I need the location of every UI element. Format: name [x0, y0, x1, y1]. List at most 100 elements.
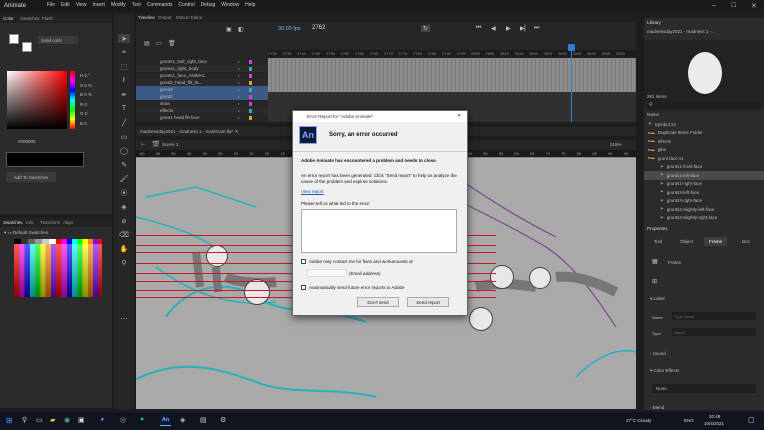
- loop-icon[interactable]: ↻: [421, 25, 431, 32]
- library-folder[interactable]: ▸▬ effects: [644, 137, 764, 146]
- menu-commands[interactable]: Commands: [147, 2, 173, 11]
- back-arrow-icon[interactable]: ←: [140, 141, 146, 147]
- bone-icon[interactable]: ⦿: [118, 188, 130, 197]
- red-row[interactable]: R 0: [80, 100, 110, 110]
- view-report-link[interactable]: View report: [301, 189, 324, 194]
- maximize-icon[interactable]: ☐: [731, 2, 736, 9]
- brightness-row[interactable]: B 0 %: [80, 90, 110, 100]
- label-section[interactable]: ▾ Label: [650, 296, 665, 302]
- contact-checkbox[interactable]: [301, 259, 306, 264]
- eyedropper-icon[interactable]: ⌀: [118, 216, 130, 225]
- tab-transform[interactable]: Transform: [40, 220, 60, 225]
- fill-swatch[interactable]: [22, 42, 32, 52]
- library-folder[interactable]: ▸▬ grunt face v1: [644, 154, 764, 163]
- layer-color-swatch[interactable]: [249, 87, 253, 92]
- tab-frame[interactable]: Frame: [704, 237, 728, 246]
- discord-icon[interactable]: ◕: [100, 416, 104, 423]
- layer-color-swatch[interactable]: [249, 94, 253, 99]
- weather-readout[interactable]: 27°C Cloudy: [626, 418, 651, 423]
- menu-edit[interactable]: Edit: [61, 2, 70, 11]
- hex-field[interactable]: # 000000: [18, 138, 48, 145]
- layer-row[interactable]: grunt1 head flit face •: [136, 114, 268, 121]
- library-search[interactable]: ⚲: [647, 102, 761, 110]
- layer-visibility-icon[interactable]: •: [238, 59, 239, 64]
- layer-visibility-icon[interactable]: •: [238, 115, 239, 120]
- selection-tool-icon[interactable]: ➤: [118, 34, 130, 43]
- layer-row[interactable]: grunts1_ball_right_face •: [136, 58, 268, 65]
- blend-section[interactable]: › Blend: [650, 405, 664, 410]
- layer-visibility-icon[interactable]: •: [238, 66, 239, 71]
- layer-color-swatch[interactable]: [249, 59, 253, 64]
- taskbar-app2-icon[interactable]: ▤: [200, 416, 207, 424]
- scene-name[interactable]: Scene 1: [162, 142, 179, 147]
- menu-control[interactable]: Control: [178, 2, 194, 11]
- layer-row[interactable]: xtras •: [136, 100, 268, 107]
- close-doc-icon[interactable]: ✕: [235, 129, 239, 134]
- error-description-textarea[interactable]: [301, 209, 457, 253]
- layer-color-swatch[interactable]: [249, 73, 253, 78]
- hue-row[interactable]: H 0 °: [80, 71, 110, 81]
- tab-motion-editor[interactable]: Motion Editor: [176, 15, 203, 20]
- tab-doc[interactable]: Doc: [742, 239, 750, 244]
- library-item[interactable]: ✦ grunts3-slightly-right-face: [644, 214, 764, 223]
- line-icon[interactable]: ╱: [118, 118, 130, 127]
- lasso-icon[interactable]: ℓ: [118, 76, 130, 85]
- spotify-icon[interactable]: ●: [140, 416, 144, 423]
- store-icon[interactable]: ▣: [78, 416, 85, 424]
- pen-icon[interactable]: ✒: [118, 90, 130, 99]
- new-folder-icon[interactable]: ▭: [156, 40, 162, 47]
- clock-date[interactable]: 10/4/2021: [704, 421, 724, 426]
- eraser-icon[interactable]: ⌫: [118, 230, 130, 239]
- menu-insert[interactable]: Insert: [92, 2, 105, 11]
- library-item[interactable]: ✦ grunts3-right-face: [644, 197, 764, 206]
- playhead-handle[interactable]: [568, 44, 575, 51]
- library-item[interactable]: ✦ grunts3-slightly-left-face: [644, 205, 764, 214]
- layer-visibility-icon[interactable]: •: [238, 73, 239, 78]
- layer-row[interactable]: grunts1_face_ANIMAL •: [136, 72, 268, 79]
- type-dropdown[interactable]: Name: [672, 328, 756, 336]
- frame-grid[interactable]: [268, 58, 636, 92]
- dont-send-button[interactable]: Don't send: [357, 297, 399, 307]
- settings-icon[interactable]: ⚙: [220, 416, 226, 424]
- menu-debug[interactable]: Debug: [201, 2, 216, 11]
- steam-icon[interactable]: ◎: [120, 416, 126, 424]
- tab-info[interactable]: Info: [26, 220, 34, 225]
- frame-readout[interactable]: 2762: [312, 25, 325, 31]
- layer-row[interactable]: grunts1_right_body •: [136, 65, 268, 72]
- brush-icon[interactable]: 🖌: [118, 174, 130, 183]
- minimize-icon[interactable]: –: [712, 2, 716, 9]
- menu-text[interactable]: Text: [132, 2, 141, 11]
- library-item[interactable]: ✦ grunts1-left-face: [644, 171, 764, 180]
- layer-color-swatch[interactable]: [249, 66, 253, 71]
- sound-section[interactable]: › Sound: [650, 351, 666, 356]
- new-layer-icon[interactable]: ▤: [144, 40, 150, 47]
- tab-color[interactable]: Color: [3, 16, 14, 21]
- layer-row[interactable]: grunt3 •: [136, 86, 268, 93]
- fps-readout[interactable]: 30.00 fps: [278, 26, 301, 32]
- tab-swatches[interactable]: Swatches: [3, 220, 23, 225]
- tab-timeline[interactable]: Timeline: [138, 15, 155, 20]
- rectangle-icon[interactable]: ▭: [118, 132, 130, 141]
- layer-color-swatch[interactable]: [249, 115, 253, 120]
- add-to-swatches-button[interactable]: Add To Swatches: [6, 172, 56, 182]
- hue-slider[interactable]: [70, 71, 75, 129]
- tab-object[interactable]: Object: [680, 239, 693, 244]
- frame-options-icon[interactable]: ⊞: [652, 278, 657, 285]
- clock-time[interactable]: 20:48: [709, 414, 720, 419]
- text-icon[interactable]: T: [118, 104, 130, 113]
- layer-row[interactable]: effects •: [136, 107, 268, 114]
- saturation-row[interactable]: S 0 %: [80, 81, 110, 91]
- tab-output[interactable]: Output: [158, 15, 172, 20]
- free-transform-icon[interactable]: ⬚: [118, 62, 130, 71]
- menu-window[interactable]: Window: [221, 2, 239, 11]
- paint-bucket-icon[interactable]: ◈: [118, 202, 130, 211]
- layer-visibility-icon[interactable]: •: [238, 80, 239, 85]
- email-field[interactable]: [307, 269, 347, 277]
- subselection-tool-icon[interactable]: ⌖: [118, 48, 130, 57]
- menu-modify[interactable]: Modify: [111, 2, 126, 11]
- tab-align[interactable]: Align: [63, 220, 73, 225]
- menu-view[interactable]: View: [76, 2, 87, 11]
- library-item[interactable]: ✦ grunts3-left-face: [644, 188, 764, 197]
- zoom-icon[interactable]: ⚲: [118, 258, 130, 267]
- layer-row[interactable]: grunt2 •: [136, 93, 268, 100]
